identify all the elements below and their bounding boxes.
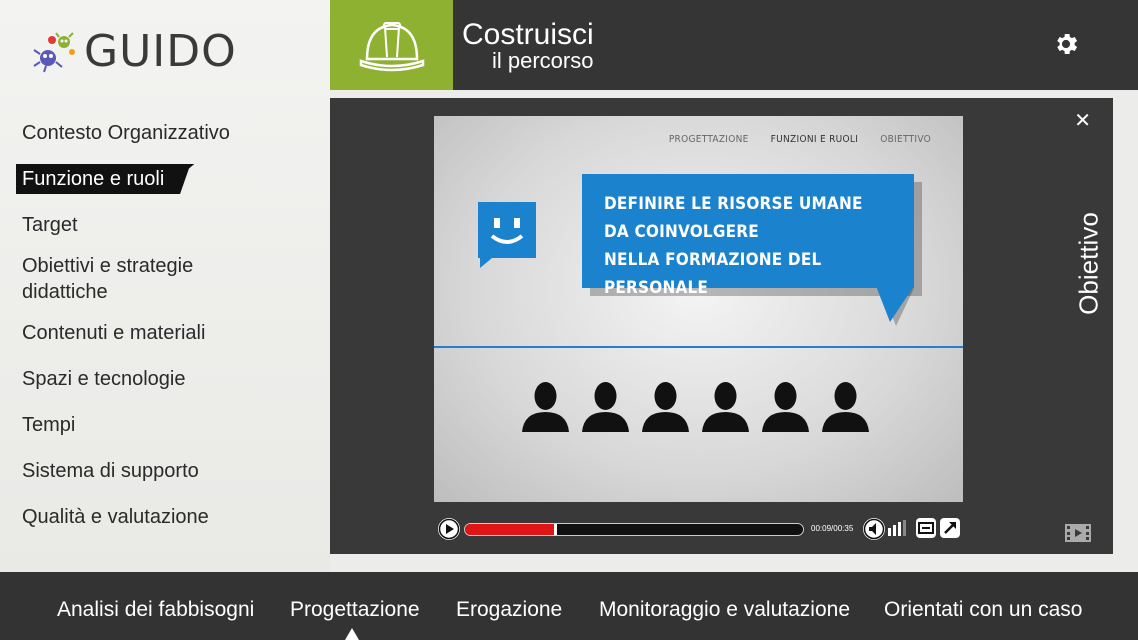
seek-bar-handle[interactable]	[554, 524, 558, 535]
objective-bubble: DEFINIRE LE RISORSE UMANE DA COINVOLGERE…	[582, 174, 914, 298]
captions-button[interactable]	[916, 518, 936, 538]
sidebar-item-obiettivi[interactable]: Obiettivi e strategie didattiche	[0, 248, 330, 310]
sidebar-item-label: Contenuti e materiali	[22, 322, 206, 344]
video-frame[interactable]: PROGETTAZIONE FUNZIONI E RUOLI OBIETTIVO…	[434, 116, 963, 502]
bottom-nav: Analisi dei fabbisogni Progettazione Ero…	[0, 572, 1138, 640]
fullscreen-button[interactable]	[940, 518, 960, 538]
sidebar-item-label: Qualità e valutazione	[22, 506, 209, 528]
people-row	[522, 382, 869, 432]
sidebar-item-label: Target	[22, 214, 78, 236]
page-title-line2: il percorso	[492, 48, 594, 73]
film-icon[interactable]	[1065, 524, 1091, 542]
header: Costruisci il percorso	[330, 0, 1138, 90]
sidebar-item-label: Sistema di supporto	[22, 460, 199, 482]
bottom-nav-erogazione[interactable]: Erogazione	[456, 598, 562, 622]
person-icon	[762, 382, 809, 432]
gear-icon[interactable]	[1052, 30, 1080, 58]
bottom-nav-progettazione[interactable]: Progettazione	[290, 598, 420, 622]
bugs-logo-icon	[33, 31, 75, 72]
sidebar-item-target[interactable]: Target	[0, 202, 330, 248]
seek-bar[interactable]	[464, 523, 804, 536]
video-tab: OBIETTIVO	[880, 134, 931, 145]
content-panel: PROGETTAZIONE FUNZIONI E RUOLI OBIETTIVO…	[330, 98, 1113, 554]
person-icon	[702, 382, 749, 432]
bottom-nav-analisi[interactable]: Analisi dei fabbisogni	[57, 598, 254, 622]
sidebar-item-label: Contesto Organizzativo	[22, 122, 230, 144]
video-controls: 00:09/00:35	[438, 516, 970, 544]
sidebar-item-label: Funzione e ruoli	[16, 164, 195, 194]
person-icon	[522, 382, 569, 432]
sidebar-item-contesto[interactable]: Contesto Organizzativo	[0, 110, 330, 156]
sidebar-item-funzione[interactable]: Funzione e ruoli	[0, 156, 330, 202]
sidebar-item-spazi[interactable]: Spazi e tecnologie	[0, 356, 330, 402]
video-tabs: PROGETTAZIONE FUNZIONI E RUOLI OBIETTIVO	[669, 134, 931, 145]
app-logo[interactable]: GUIDO	[32, 26, 237, 77]
sidebar-item-label: Obiettivi e strategie didattiche	[22, 255, 194, 303]
sidebar-nav: Contesto Organizzativo Funzione e ruoli …	[0, 110, 330, 540]
video-tab: FUNZIONI E RUOLI	[770, 134, 859, 145]
hard-hat-icon	[359, 22, 424, 72]
person-icon	[822, 382, 869, 432]
bottom-nav-monitoraggio[interactable]: Monitoraggio e valutazione	[599, 598, 850, 622]
sidebar-item-label: Spazi e tecnologie	[22, 368, 186, 390]
close-icon[interactable]: ✕	[1074, 108, 1091, 133]
bubble-line: NELLA FORMAZIONE DEL PERSONALE	[604, 250, 822, 298]
panel-side-label: Obiettivo	[1073, 212, 1104, 315]
page-title: Costruisci il percorso	[462, 20, 594, 72]
speaker-icon	[863, 518, 885, 540]
person-icon	[642, 382, 689, 432]
sidebar: GUIDO Contesto Organizzativo Funzione e …	[0, 0, 330, 572]
section-icon-box	[330, 0, 453, 90]
person-icon	[582, 382, 629, 432]
active-nav-indicator	[345, 628, 359, 640]
bubble-tail	[876, 286, 914, 326]
seek-bar-progress	[465, 524, 557, 535]
video-divider	[434, 346, 963, 348]
app-title: GUIDO	[84, 26, 237, 77]
mute-button[interactable]	[863, 518, 885, 540]
bubble-line: DA COINVOLGERE	[604, 222, 759, 242]
bottom-nav-orientati[interactable]: Orientati con un caso	[884, 598, 1082, 622]
time-readout: 00:09/00:35	[811, 524, 854, 533]
play-icon	[438, 518, 460, 540]
sidebar-item-supporto[interactable]: Sistema di supporto	[0, 448, 330, 494]
captions-icon	[918, 522, 934, 534]
sidebar-item-label: Tempi	[22, 414, 76, 436]
chat-smiley-icon	[478, 202, 536, 268]
sidebar-item-qualita[interactable]: Qualità e valutazione	[0, 494, 330, 540]
sidebar-item-contenuti[interactable]: Contenuti e materiali	[0, 310, 330, 356]
page-title-line1: Costruisci	[462, 18, 594, 51]
volume-level[interactable]	[888, 520, 906, 536]
sidebar-item-tempi[interactable]: Tempi	[0, 402, 330, 448]
expand-arrow-icon	[944, 522, 956, 534]
bubble-line: DEFINIRE LE RISORSE UMANE	[604, 194, 863, 214]
video-tab: PROGETTAZIONE	[668, 134, 749, 145]
play-button[interactable]	[438, 518, 460, 540]
